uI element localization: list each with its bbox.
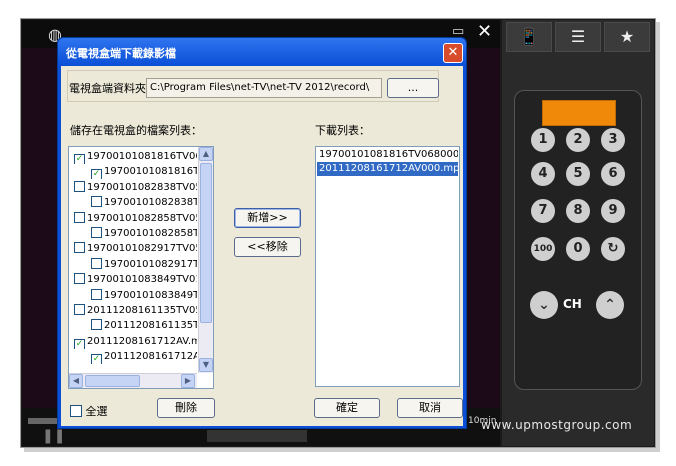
remote-icon[interactable]: 📱 (506, 22, 552, 52)
scroll-thumb[interactable] (200, 163, 212, 323)
checkbox[interactable] (74, 180, 85, 192)
delete-button[interactable]: 刪除 (157, 398, 215, 418)
dialog-title-bar[interactable]: 從電視盒端下載錄影檔 ✕ (58, 38, 466, 66)
checkbox-box[interactable] (70, 405, 82, 417)
list-item-selected[interactable]: 20111208161712AV000.mp4 (317, 162, 458, 176)
tree-item[interactable]: 19700101082917TV (91, 257, 197, 272)
list-icon[interactable]: ☰ (555, 22, 601, 52)
checkbox[interactable] (91, 257, 102, 269)
volume-bar[interactable] (207, 430, 307, 442)
watermark: www.upmostgroup.com (481, 418, 633, 432)
num-button-100[interactable]: 100 (531, 237, 555, 261)
num-button-6[interactable]: 6 (601, 162, 625, 186)
power-button[interactable] (542, 100, 616, 126)
scroll-thumb-h[interactable] (85, 375, 140, 387)
vertical-scrollbar[interactable]: ▲ ▼ (198, 147, 213, 373)
checkbox[interactable] (74, 273, 85, 285)
download-list-label: 下載列表： (315, 124, 370, 137)
select-all-checkbox[interactable]: 全選 (70, 403, 108, 419)
tree-item-label: 20111208161712AV (104, 351, 197, 363)
num-button-1[interactable]: 1 (531, 128, 555, 152)
tree-item[interactable]: 19700101082858TV058 (74, 211, 197, 226)
ok-button[interactable]: 確定 (314, 398, 380, 418)
path-field[interactable]: C:\Program Files\net-TV\net-TV 2012\reco… (146, 78, 382, 98)
scroll-right-icon[interactable]: ▶ (181, 374, 195, 388)
tree-item-label: 19700101082858TV (104, 228, 197, 239)
tree-item-label: 19700101082917TV (104, 258, 197, 270)
checkbox[interactable] (91, 227, 102, 238)
tree-item[interactable]: ✓ 20111208161712AV.mp (74, 334, 197, 349)
dialog-title: 從電視盒端下載錄影檔 (66, 47, 176, 60)
num-button-5[interactable]: 5 (566, 162, 590, 186)
num-button-7[interactable]: 7 (531, 199, 555, 223)
tree-item-label: 20111208161712AV.mp (87, 335, 197, 347)
close-icon[interactable]: ✕ (443, 43, 463, 63)
list-item[interactable]: 19700101081816TV068000.m (317, 148, 458, 162)
tree-item[interactable]: ✓ 19700101081816TV068 (74, 149, 197, 164)
remove-button[interactable]: <<移除 (234, 237, 301, 257)
channel-label: CH (563, 297, 582, 311)
ch-up-button[interactable]: ⌃ (596, 291, 624, 319)
checkbox[interactable] (74, 304, 85, 315)
tree-item[interactable]: 20111208161135TV (91, 318, 197, 333)
tree-item-label: 19700101083849TV (104, 289, 197, 301)
pause-icon[interactable]: ❚❚ (42, 428, 65, 444)
tree-item[interactable]: 19700101083849TV (91, 288, 197, 303)
tree-item[interactable]: 20111208161135TV054 (74, 303, 197, 318)
scroll-left-icon[interactable]: ◀ (69, 374, 83, 388)
path-label: 電視盒端資料夾 (69, 82, 146, 95)
stored-list-label: 儲存在電視盒的檔案列表： (70, 124, 202, 137)
remote-panel: 📱 ☰ ★ 1 2 3 4 5 6 7 8 9 100 0 ↻ ⌄ ⌃ (502, 20, 654, 446)
tree-item-label: 20111208161135TV (104, 320, 197, 332)
checkbox[interactable]: ✓ (91, 354, 102, 365)
tree-item[interactable]: 19700101082858TV (91, 226, 197, 241)
tree-item-label: 19700101082858TV058 (87, 212, 197, 224)
add-button[interactable]: 新增>> (234, 208, 301, 228)
checkbox[interactable] (91, 319, 102, 331)
cancel-button[interactable]: 取消 (397, 398, 463, 418)
num-button-3[interactable]: 3 (601, 128, 625, 152)
tree-item[interactable]: 19700101082838TV058 (74, 180, 197, 195)
checkbox[interactable]: ✓ (74, 338, 85, 349)
stored-file-tree[interactable]: ✓ 19700101081816TV068 ✓ 19700101081816TV 197… (68, 146, 214, 389)
num-button-0[interactable]: 0 (566, 237, 590, 261)
checkbox[interactable]: ✓ (74, 154, 85, 164)
tree-item-label: 19700101083849TV018 (87, 274, 197, 286)
ch-down-button[interactable]: ⌄ (530, 291, 558, 319)
tree-item[interactable]: 19700101082838TV (91, 195, 197, 210)
checkbox[interactable] (74, 242, 85, 254)
checkbox[interactable] (91, 288, 102, 300)
horizontal-scrollbar[interactable]: ◀ ▶ (69, 373, 197, 388)
tree-item[interactable]: 19700101083849TV018 (74, 272, 197, 287)
close-icon[interactable]: ✕ (477, 22, 495, 42)
tree-item-label: 19700101082838TV058 (87, 181, 197, 193)
tree-item[interactable]: ✓ 20111208161712AV (91, 349, 197, 365)
refresh-icon[interactable]: ↻ (601, 237, 625, 261)
tree-item-label: 19700101082917TV058 (87, 243, 197, 255)
num-button-2[interactable]: 2 (566, 128, 590, 152)
scroll-down-icon[interactable]: ▼ (199, 358, 213, 372)
tree-item-label: 19700101081816TV068 (87, 151, 197, 162)
num-button-4[interactable]: 4 (531, 162, 555, 186)
tree-item-label: 20111208161135TV054 (87, 305, 197, 316)
tree-item-label: 19700101082838TV (104, 197, 197, 209)
num-button-8[interactable]: 8 (566, 199, 590, 223)
checkbox[interactable] (91, 196, 102, 208)
tree-item[interactable]: ✓ 19700101081816TV (91, 164, 197, 180)
star-icon[interactable]: ★ (604, 22, 650, 52)
checkbox[interactable]: ✓ (91, 169, 102, 180)
checkbox[interactable] (74, 211, 85, 223)
num-button-9[interactable]: 9 (601, 199, 625, 223)
tree-item-label: 19700101081816TV (104, 166, 197, 178)
tree-item[interactable]: 19700101082917TV058 (74, 241, 197, 256)
browse-button[interactable]: ... (387, 78, 439, 98)
download-list[interactable]: 19700101081816TV068000.m 20111208161712A… (315, 146, 460, 387)
select-all-label: 全選 (85, 405, 108, 418)
scroll-up-icon[interactable]: ▲ (199, 147, 213, 161)
